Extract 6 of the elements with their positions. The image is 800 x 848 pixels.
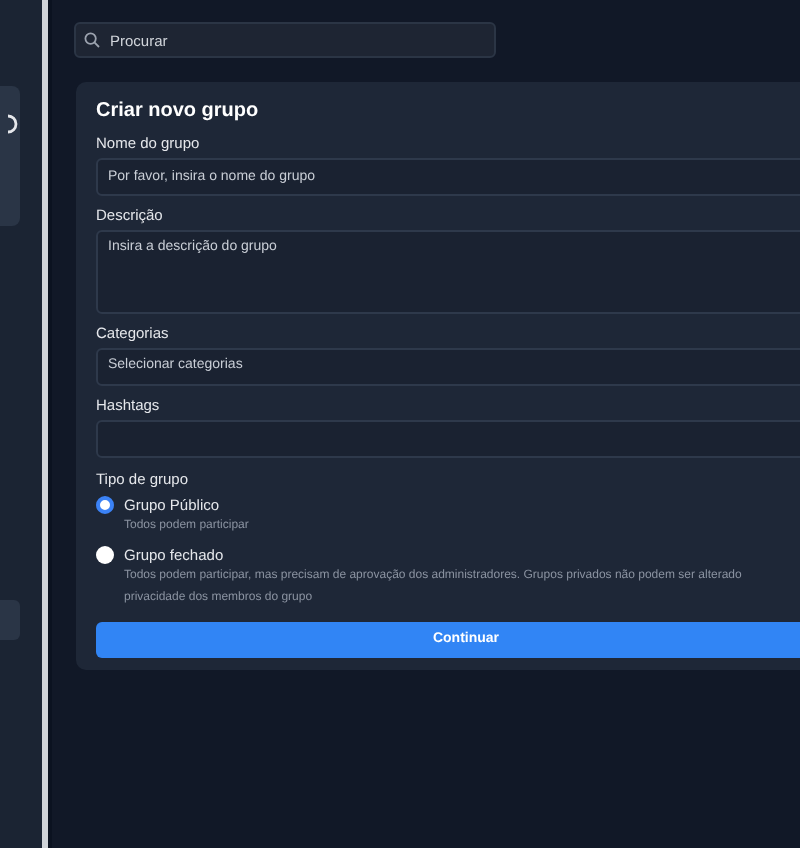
sidebar-card[interactable] [0, 86, 20, 226]
radio-button[interactable] [96, 546, 114, 564]
search-icon [84, 32, 100, 48]
input-field[interactable] [96, 420, 800, 458]
radio-button[interactable] [96, 496, 114, 514]
form-title: Criar novo grupo [96, 100, 261, 124]
